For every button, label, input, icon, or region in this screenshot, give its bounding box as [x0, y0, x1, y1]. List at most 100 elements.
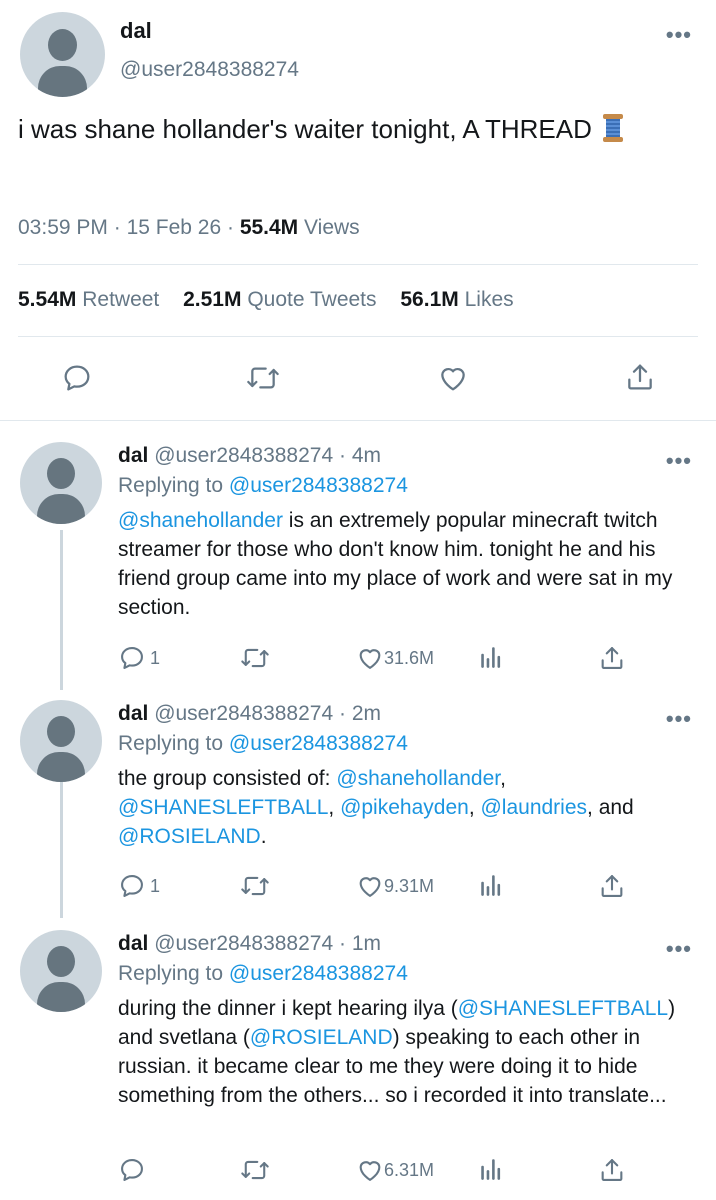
like-count: 6.31M: [384, 1159, 435, 1180]
tweet-actions: 6.31M: [0, 1156, 716, 1186]
heart-icon: [359, 649, 381, 669]
more-horizontal-icon[interactable]: •••: [666, 450, 692, 472]
tweet-text-segment: the group consisted of:: [118, 767, 337, 790]
tweet-actions: [0, 358, 716, 398]
display-name[interactable]: dal: [120, 18, 152, 44]
tweet-actions: 1 9.31M: [0, 872, 716, 902]
tweet-text-content: i was shane hollander's waiter tonight, …: [18, 114, 592, 144]
mention-link[interactable]: @shanehollander: [336, 767, 500, 790]
avatar[interactable]: [20, 442, 102, 524]
avatar[interactable]: [20, 700, 102, 782]
replying-to-link[interactable]: @user2848388274: [229, 474, 408, 497]
retweet-icon[interactable]: [240, 872, 270, 900]
tweet-time[interactable]: 1m: [352, 932, 381, 955]
share-upload-icon[interactable]: [598, 1156, 626, 1184]
avatar-head: [47, 946, 75, 977]
display-name[interactable]: dal: [118, 932, 148, 955]
retweet-icon[interactable]: [245, 362, 281, 394]
mention-link[interactable]: @SHANESLEFTBALL: [118, 796, 328, 819]
replying-to-link[interactable]: @user2848388274: [229, 962, 408, 985]
tweet-text-segment: ,: [328, 796, 341, 819]
tweet-text: during the dinner i kept hearing ilya (@…: [118, 994, 708, 1110]
analytics-bars-icon[interactable]: [480, 1156, 502, 1182]
reply-button[interactable]: 1: [118, 872, 160, 900]
divider: [18, 336, 698, 337]
tweet-time[interactable]: 4m: [352, 444, 381, 467]
share-upload-icon[interactable]: [598, 644, 626, 672]
views-count: 55.4M: [239, 216, 299, 239]
tweet-text-segment: ,: [500, 767, 506, 790]
analytics-bars-icon[interactable]: [480, 872, 502, 898]
replying-prefix: Replying to: [118, 732, 224, 755]
heart-icon: [359, 877, 381, 897]
spool-of-thread-icon: [603, 114, 624, 142]
analytics-bars-icon[interactable]: [480, 644, 502, 670]
user-handle[interactable]: @user2848388274: [154, 932, 333, 955]
avatar-body: [37, 982, 85, 1012]
mention-link[interactable]: @SHANESLEFTBALL: [458, 997, 668, 1020]
retweet-icon[interactable]: [240, 1156, 270, 1184]
divider: [0, 420, 716, 421]
retweet-icon[interactable]: [240, 644, 270, 672]
replying-prefix: Replying to: [118, 474, 224, 497]
reply-tweet[interactable]: dal @user2848388274 · 1m ••• Replying to…: [0, 930, 716, 1200]
avatar[interactable]: [20, 12, 105, 97]
replying-to: Replying to @user2848388274: [118, 474, 408, 498]
share-upload-icon[interactable]: [624, 360, 656, 394]
avatar-head: [47, 716, 75, 747]
tweet-text: i was shane hollander's waiter tonight, …: [18, 110, 698, 148]
more-horizontal-icon[interactable]: •••: [666, 708, 692, 730]
more-horizontal-icon[interactable]: •••: [666, 938, 692, 960]
reply-tweet[interactable]: dal @user2848388274 · 2m ••• Replying to…: [0, 700, 716, 912]
tweet-text-segment: .: [260, 825, 267, 848]
like-count: 31.6M: [384, 647, 435, 668]
likes-stat[interactable]: 56.1M Likes: [400, 288, 513, 311]
mention-link[interactable]: @shanehollander: [118, 509, 283, 532]
tweet-time[interactable]: 2m: [352, 702, 381, 725]
avatar-body: [37, 494, 85, 524]
reply-header: dal @user2848388274 · 2m: [118, 702, 382, 725]
tweet-time[interactable]: 03:59 PM: [18, 216, 108, 239]
mention-link[interactable]: @ROSIELAND: [118, 825, 261, 848]
like-button[interactable]: 9.31M: [356, 872, 434, 900]
retweets-stat[interactable]: 5.54M Retweet: [18, 288, 159, 311]
like-count: 9.31M: [384, 875, 435, 896]
more-horizontal-icon[interactable]: •••: [666, 24, 692, 46]
mention-link[interactable]: @laundries: [480, 796, 587, 819]
heart-icon[interactable]: [436, 362, 470, 394]
user-handle[interactable]: @user2848388274: [154, 702, 333, 725]
like-button[interactable]: 6.31M: [356, 1156, 434, 1184]
replying-to: Replying to @user2848388274: [118, 732, 408, 756]
user-handle[interactable]: @user2848388274: [120, 58, 299, 82]
display-name[interactable]: dal: [118, 444, 148, 467]
avatar-body: [38, 66, 87, 97]
like-button[interactable]: 31.6M: [356, 644, 434, 672]
avatar[interactable]: [20, 930, 102, 1012]
mention-link[interactable]: @pikehayden: [340, 796, 469, 819]
reply-button[interactable]: 1: [118, 644, 160, 672]
tweet-text-segment: during the dinner i kept hearing ilya (: [118, 997, 458, 1020]
share-upload-icon[interactable]: [598, 872, 626, 900]
quotes-stat[interactable]: 2.51M Quote Tweets: [183, 288, 376, 311]
replying-to-link[interactable]: @user2848388274: [229, 732, 408, 755]
avatar-head: [47, 458, 75, 489]
reply-bubble-icon[interactable]: [60, 362, 94, 394]
reply-button[interactable]: [118, 1156, 150, 1184]
display-name[interactable]: dal: [118, 702, 148, 725]
tweet-date[interactable]: 15 Feb 26: [127, 216, 222, 239]
mention-link[interactable]: @ROSIELAND: [250, 1026, 393, 1049]
reply-header: dal @user2848388274 · 4m: [118, 444, 382, 467]
replying-to: Replying to @user2848388274: [118, 962, 408, 986]
reply-count: 1: [150, 875, 161, 896]
tweet-stats: 5.54M Retweet 2.51M Quote Tweets 56.1M L…: [18, 288, 514, 312]
main-tweet: dal @user2848388274 ••• i was shane holl…: [0, 0, 716, 420]
reply-header: dal @user2848388274 · 1m: [118, 932, 382, 955]
avatar-head: [48, 29, 77, 61]
reply-bubble-icon: [121, 875, 143, 897]
user-handle[interactable]: @user2848388274: [154, 444, 333, 467]
reply-bubble-icon: [121, 1159, 143, 1181]
replying-prefix: Replying to: [118, 962, 224, 985]
reply-tweet[interactable]: dal @user2848388274 · 4m ••• Replying to…: [0, 442, 716, 680]
heart-icon: [359, 1161, 381, 1181]
views-label: Views: [304, 216, 360, 239]
